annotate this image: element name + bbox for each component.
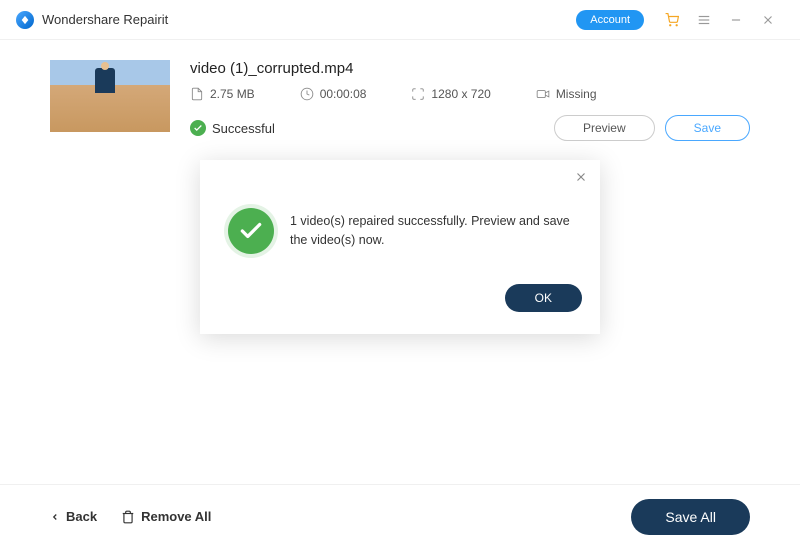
- modal-message: 1 video(s) repaired successfully. Previe…: [290, 212, 572, 250]
- status-badge: Successful: [190, 120, 275, 136]
- remove-all-button[interactable]: Remove All: [121, 509, 211, 524]
- back-button[interactable]: Back: [50, 509, 97, 524]
- video-filename: video (1)_corrupted.mp4: [190, 60, 750, 77]
- meta-duration: 00:00:08: [300, 87, 367, 101]
- trash-icon: [121, 510, 135, 524]
- success-check-icon: [228, 208, 274, 254]
- cart-icon[interactable]: [664, 12, 680, 28]
- meta-size: 2.75 MB: [190, 87, 255, 101]
- video-thumbnail[interactable]: [50, 60, 170, 132]
- chevron-left-icon: [50, 512, 60, 522]
- account-button[interactable]: Account: [576, 10, 644, 30]
- app-logo-icon: [16, 11, 34, 29]
- modal-close-icon[interactable]: [574, 170, 588, 189]
- ok-button[interactable]: OK: [505, 284, 582, 312]
- file-icon: [190, 87, 204, 101]
- meta-resolution: 1280 x 720: [411, 87, 490, 101]
- success-modal: 1 video(s) repaired successfully. Previe…: [200, 160, 600, 334]
- save-all-button[interactable]: Save All: [631, 499, 750, 535]
- close-icon[interactable]: [760, 12, 776, 28]
- preview-button[interactable]: Preview: [554, 115, 655, 141]
- camera-icon: [536, 87, 550, 101]
- titlebar: Wondershare Repairit Account: [0, 0, 800, 40]
- footer: Back Remove All Save All: [0, 484, 800, 548]
- video-item: video (1)_corrupted.mp4 2.75 MB 00:00:08…: [50, 60, 750, 141]
- clock-icon: [300, 87, 314, 101]
- video-actions: Preview Save: [554, 115, 750, 141]
- save-button[interactable]: Save: [665, 115, 750, 141]
- video-info: video (1)_corrupted.mp4 2.75 MB 00:00:08…: [190, 60, 750, 141]
- check-icon: [190, 120, 206, 136]
- minimize-icon[interactable]: [728, 12, 744, 28]
- status-row: Successful Preview Save: [190, 115, 750, 141]
- video-meta-row: 2.75 MB 00:00:08 1280 x 720 Missing: [190, 87, 750, 101]
- meta-device: Missing: [536, 87, 597, 101]
- content-area: video (1)_corrupted.mp4 2.75 MB 00:00:08…: [0, 40, 800, 141]
- fullscreen-icon: [411, 87, 425, 101]
- app-title: Wondershare Repairit: [42, 12, 168, 27]
- menu-icon[interactable]: [696, 12, 712, 28]
